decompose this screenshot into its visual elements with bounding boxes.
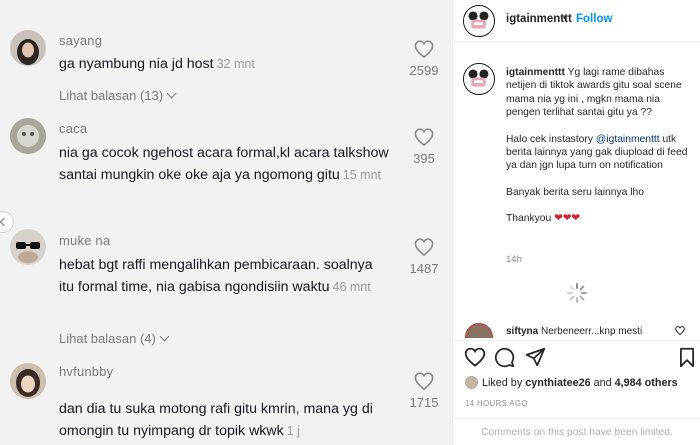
- comment-text: hebat bgt raffi mengalihkan pembicaraan.…: [59, 255, 389, 298]
- caption-paragraph: Thankyou: [506, 213, 552, 225]
- view-replies-link[interactable]: Lihat balasan (4): [59, 331, 170, 346]
- comment-body: Nerbeneerr...knp mesti: [541, 326, 643, 337]
- comment-username[interactable]: muke na: [59, 233, 110, 248]
- chevron-down-icon: [159, 331, 170, 342]
- comment-text: nia ga cocok ngehost acara formal,kl aca…: [59, 143, 389, 186]
- heart-icon[interactable]: [675, 326, 685, 335]
- loading-spinner-icon: [567, 283, 587, 303]
- comment-time: 1 j: [286, 423, 300, 438]
- avatar[interactable]: [463, 63, 495, 95]
- caption-age: 14h: [506, 254, 522, 265]
- bookmark-icon[interactable]: [679, 347, 695, 368]
- heart-icon: [414, 128, 434, 146]
- comment-time: 46 mnt: [332, 279, 371, 294]
- post-image: sayang ga nyambung nia jd host 32 mnt Lih…: [0, 0, 452, 445]
- likes-summary: Liked by cynthiatee26 and 4,984 others: [465, 376, 678, 389]
- comment-like[interactable]: 1715: [404, 372, 444, 410]
- like-count: 1487: [409, 261, 439, 276]
- like-count: 395: [413, 151, 435, 166]
- avatar: [10, 363, 46, 399]
- avatar[interactable]: [465, 323, 493, 338]
- comment-time: 15 mnt: [342, 167, 381, 182]
- heart-icon: [414, 40, 434, 58]
- likes-prefix: Liked by: [482, 377, 523, 389]
- comment-username[interactable]: siftyna: [506, 326, 538, 337]
- caption-paragraph: Banyak berita seru lainnya lho: [506, 186, 644, 198]
- comment-username[interactable]: caca: [59, 121, 87, 136]
- view-replies-label: Lihat balasan (4): [59, 331, 156, 346]
- comment-text: dan dia tu suka motong rafi gitu kmrin, …: [59, 399, 389, 442]
- likes-others-link[interactable]: 4,984 others: [615, 377, 678, 389]
- caption-username[interactable]: igtainmenttt: [506, 67, 565, 78]
- post-header: igtainmenttt • Follow: [453, 0, 700, 42]
- mention-link[interactable]: @igtainmenttt: [596, 134, 660, 145]
- post-author-username[interactable]: igtainmenttt: [506, 13, 572, 25]
- follow-button[interactable]: Follow: [576, 13, 612, 25]
- separator-dot: •: [563, 11, 568, 25]
- post-sidebar: igtainmenttt • Follow igtainmenttt Yg la…: [452, 0, 700, 445]
- comment-like[interactable]: 395: [404, 128, 444, 166]
- view-replies-label: Lihat balasan (13): [59, 88, 164, 103]
- avatar: [10, 118, 46, 154]
- comment-like[interactable]: 1487: [404, 238, 444, 276]
- post-timestamp[interactable]: 14 HOURS AGO: [465, 399, 528, 408]
- heart-icon: [414, 372, 434, 390]
- comment-text: siftyna Nerbeneerr...knp mesti: [506, 326, 642, 337]
- like-count: 1715: [409, 395, 439, 410]
- heart-icon[interactable]: [464, 347, 486, 367]
- comment-text: ga nyambung nia jd host 32 mnt: [59, 54, 389, 76]
- comment-body: hebat bgt raffi mengalihkan pembicaraan.…: [59, 257, 373, 295]
- share-icon[interactable]: [525, 347, 546, 368]
- post-actions: Liked by cynthiatee26 and 4,984 others 1…: [453, 340, 700, 445]
- liker-username[interactable]: cynthiatee26: [525, 377, 590, 389]
- avatar: [10, 30, 46, 66]
- avatar[interactable]: [463, 5, 495, 37]
- comment-body: nia ga cocok ngehost acara formal,kl aca…: [59, 145, 389, 183]
- comment-username[interactable]: hvfunbby: [59, 364, 113, 379]
- heart-icon: [414, 238, 434, 256]
- comments-limited-notice: Comments on this post have been limited.: [453, 418, 700, 445]
- likes-middle: and: [593, 377, 612, 389]
- caption-paragraph: Halo cek instastory: [506, 133, 593, 145]
- chevron-down-icon: [166, 88, 177, 99]
- chevron-left-icon[interactable]: [0, 211, 14, 233]
- hearts-emoji: ❤❤❤: [554, 213, 580, 225]
- comment-body: ga nyambung nia jd host: [59, 56, 214, 72]
- caption-text: igtainmenttt Yg lagi rame dibahas netije…: [506, 66, 694, 239]
- like-count: 2599: [409, 63, 439, 78]
- comment-time: 32 mnt: [216, 57, 255, 71]
- view-replies-link[interactable]: Lihat balasan (13): [59, 88, 177, 103]
- comment-username[interactable]: sayang: [59, 33, 102, 48]
- comment-body: dan dia tu suka motong rafi gitu kmrin, …: [59, 401, 373, 439]
- comment-icon[interactable]: [494, 347, 515, 368]
- list-item: siftyna Nerbeneerr...knp mesti: [453, 320, 700, 338]
- post-caption: igtainmenttt Yg lagi rame dibahas netije…: [453, 58, 700, 298]
- comment-like[interactable]: 2599: [404, 40, 444, 78]
- avatar: [465, 376, 478, 389]
- avatar: [10, 229, 46, 265]
